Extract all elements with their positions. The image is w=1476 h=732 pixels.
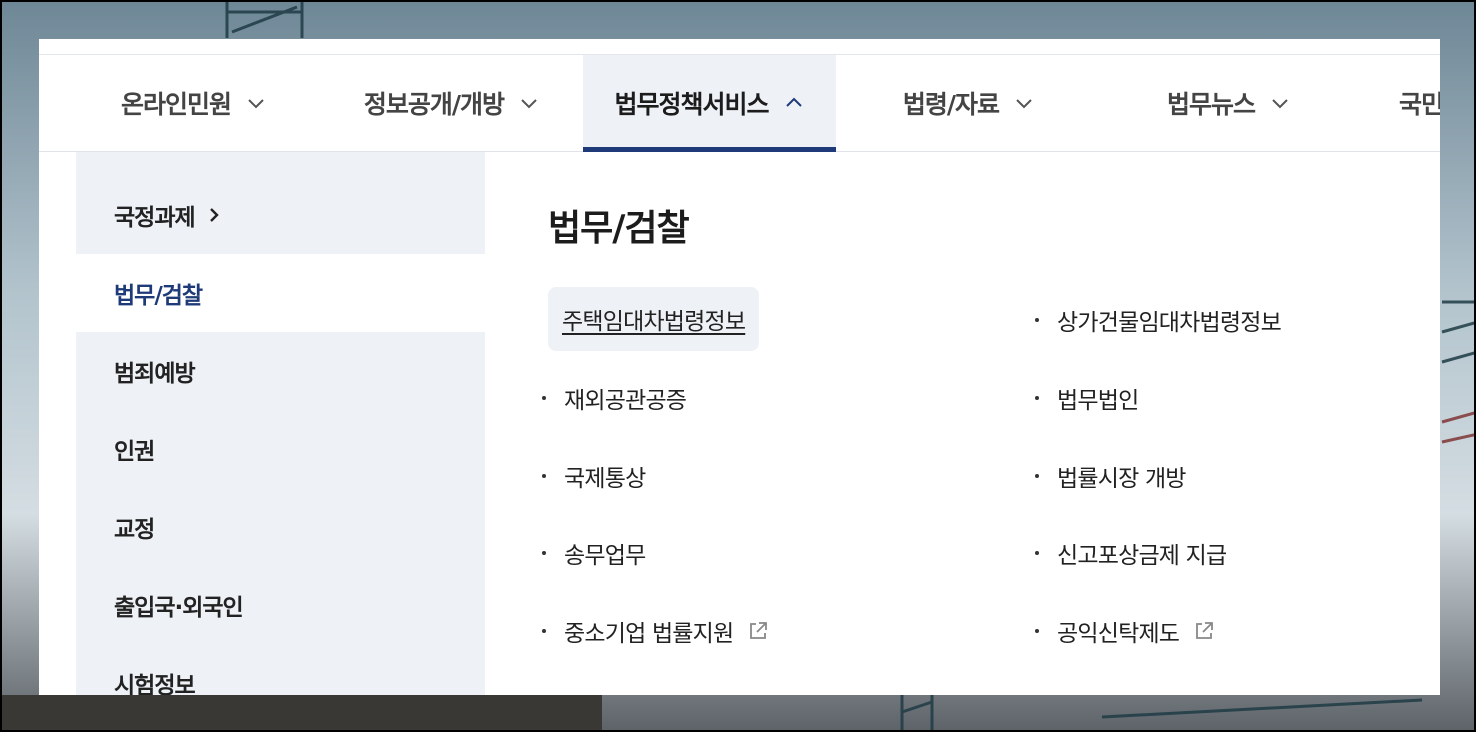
nav-item-label: 정보공개/개방 [363,90,505,119]
chevron-down-icon [1016,99,1032,109]
link-label: 재외공관공증 [564,388,687,414]
nav-item-laws-data[interactable]: 법령/자료 [839,55,1099,151]
nav-item-online-civil[interactable]: 온라인민원 [79,55,309,151]
link-overseas-notary[interactable]: 재외공관공증 [542,381,687,415]
sidebar: 국정과제 법무/검찰 범죄예방 인권 교정 출입국·외국인 시험정보 [76,152,485,695]
external-link-icon [750,622,768,639]
sidebar-item-legal-prosecution[interactable]: 법무/검찰 [76,254,485,332]
sidebar-item-label: 범죄예방 [114,361,196,387]
chevron-right-icon [209,208,219,222]
chevron-down-icon [1272,99,1288,109]
bullet-icon [1035,629,1039,633]
link-law-firm[interactable]: 법무법인 [1035,381,1139,415]
nav-item-legal-news[interactable]: 법무뉴스 [1099,55,1359,151]
bullet-icon [542,551,546,555]
content-title: 법무/검찰 [548,208,690,249]
sidebar-item-label: 출입국·외국인 [114,595,244,621]
link-intl-trade[interactable]: 국제통상 [542,459,646,493]
link-housing-lease-law[interactable]: 주택임대차법령정보 [548,287,760,351]
sidebar-item-label: 법무/검찰 [114,283,203,309]
link-label: 주택임대차법령정보 [562,309,746,335]
nav-item-info-disclosure[interactable]: 정보공개/개방 [327,55,577,151]
bullet-icon [542,474,546,478]
chevron-down-icon [248,99,264,109]
bullet-icon [1035,551,1039,555]
bullet-icon [1035,474,1039,478]
link-commercial-lease-law[interactable]: 상가건물임대차법령정보 [1035,303,1282,337]
link-reward-payment[interactable]: 신고포상금제 지급 [1035,536,1227,570]
nav-item-legal-policy[interactable]: 법무정책서비스 [583,55,836,152]
sidebar-item-exam-info[interactable]: 시험정보 [76,644,485,695]
sidebar-item-national-tasks[interactable]: 국정과제 [76,176,485,254]
nav-item-label: 법령/자료 [902,90,1000,119]
sidebar-item-label: 시험정보 [114,673,196,695]
link-label: 송무업무 [564,543,646,569]
sidebar-item-human-rights[interactable]: 인권 [76,410,485,488]
link-litigation-affairs[interactable]: 송무업무 [542,536,646,570]
chevron-down-icon [521,99,537,109]
link-label: 신고포상금제 지급 [1057,543,1227,569]
sidebar-item-corrections[interactable]: 교정 [76,488,485,566]
link-label: 중소기업 법률지원 [564,621,734,647]
nav-item-label: 법무뉴스 [1166,90,1256,119]
link-public-trust[interactable]: 공익신탁제도 [1035,614,1215,648]
link-label: 공익신탁제도 [1057,621,1180,647]
nav-item-label: 국민 [1399,90,1440,119]
bullet-icon [542,396,546,400]
bullet-icon [1035,318,1039,322]
chevron-up-icon [785,97,802,107]
sidebar-item-crime-prevention[interactable]: 범죄예방 [76,332,485,410]
link-label: 법무법인 [1057,388,1139,414]
sidebar-item-label: 국정과제 [114,205,196,231]
link-label: 상가건물임대차법령정보 [1057,310,1282,336]
link-sme-legal-support[interactable]: 중소기업 법률지원 [542,614,769,648]
sidebar-item-label: 교정 [114,517,155,543]
nav-item-label: 법무정책서비스 [614,90,769,119]
link-label: 국제통상 [564,466,646,492]
mega-menu-panel: 온라인민원 정보공개/개방 법무정책서비스 법령/자료 법무뉴스 국민 국정과제 [39,39,1440,695]
sidebar-item-immigration[interactable]: 출입국·외국인 [76,566,485,644]
bullet-icon [1035,396,1039,400]
nav-item-public[interactable]: 국민 [1399,55,1440,151]
link-label: 법률시장 개방 [1057,466,1186,492]
bullet-icon [542,629,546,633]
nav-item-label: 온라인민원 [120,90,232,119]
main-navigation: 온라인민원 정보공개/개방 법무정책서비스 법령/자료 법무뉴스 국민 [39,55,1440,152]
link-legal-market-opening[interactable]: 법률시장 개방 [1035,459,1186,493]
sidebar-item-label: 인권 [114,439,155,465]
external-link-icon [1196,622,1214,639]
